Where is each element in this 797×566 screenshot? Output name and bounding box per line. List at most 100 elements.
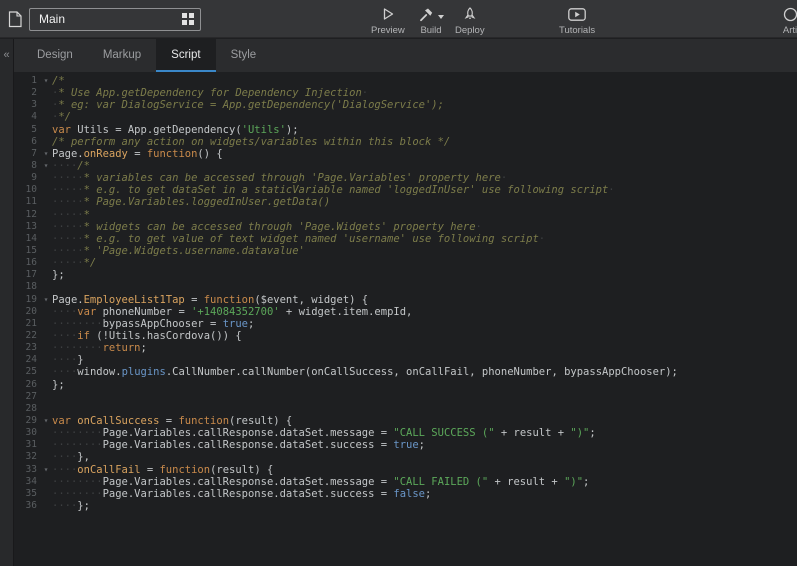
- line-number: 18: [14, 281, 40, 293]
- code-line-27[interactable]: 27: [14, 391, 797, 403]
- code-line-25[interactable]: 25····window.plugins.CallNumber.callNumb…: [14, 366, 797, 378]
- code-line-19[interactable]: 19▾Page.EmployeeList1Tap = function($eve…: [14, 294, 797, 306]
- line-number: 24: [14, 354, 40, 366]
- code-line-20[interactable]: 20····var phoneNumber = '+14084352700' +…: [14, 306, 797, 318]
- line-number: 25: [14, 366, 40, 378]
- fold-marker-icon[interactable]: ▾: [40, 294, 52, 306]
- code-line-16[interactable]: 16·····*/: [14, 257, 797, 269]
- fold-gutter: [40, 330, 52, 342]
- code-line-32[interactable]: 32 ····},: [14, 451, 797, 463]
- fold-gutter: [40, 500, 52, 512]
- tab-design[interactable]: Design: [22, 39, 88, 72]
- fold-marker-icon[interactable]: ▾: [40, 464, 52, 476]
- code-text: [52, 391, 797, 403]
- code-line-3[interactable]: 3·* eg: var DialogService = App.getDepen…: [14, 99, 797, 111]
- code-line-23[interactable]: 23········return;: [14, 342, 797, 354]
- code-text: ·····* e.g. to get value of text widget …: [52, 233, 797, 245]
- studio-window: Main Preview Build: [0, 0, 797, 566]
- code-line-24[interactable]: 24····}: [14, 354, 797, 366]
- code-line-12[interactable]: 12·····*: [14, 209, 797, 221]
- page-selector-dropdown[interactable]: Main: [29, 8, 201, 31]
- page-tabbar: Design Markup Script Style: [14, 39, 797, 72]
- code-text: ····};: [52, 500, 797, 512]
- code-line-6[interactable]: 6/* perform any action on widgets/variab…: [14, 136, 797, 148]
- code-line-14[interactable]: 14·····* e.g. to get value of text widge…: [14, 233, 797, 245]
- code-line-5[interactable]: 5var Utils = App.getDependency('Utils');: [14, 124, 797, 136]
- fold-gutter: [40, 366, 52, 378]
- left-collapse-strip[interactable]: «: [0, 39, 14, 566]
- pages-grid-icon[interactable]: [182, 13, 194, 25]
- code-text: var onCallSuccess = function(result) {: [52, 415, 797, 427]
- code-line-22[interactable]: 22····if (!Utils.hasCordova()) {: [14, 330, 797, 342]
- fold-gutter: [40, 488, 52, 500]
- line-number: 31: [14, 439, 40, 451]
- code-text: [52, 403, 797, 415]
- code-line-31[interactable]: 31········Page.Variables.callResponse.da…: [14, 439, 797, 451]
- code-text: /*: [52, 75, 797, 87]
- code-text: ·····* Page.Variables.loggedInUser.getDa…: [52, 196, 797, 208]
- preview-label: Preview: [371, 25, 405, 36]
- code-text: ·*/: [52, 111, 797, 123]
- line-number: 20: [14, 306, 40, 318]
- fold-marker-icon[interactable]: ▾: [40, 415, 52, 427]
- code-text: ········bypassAppChooser = true;: [52, 318, 797, 330]
- line-number: 7: [14, 148, 40, 160]
- code-text: ····},: [52, 451, 797, 463]
- fold-gutter: [40, 87, 52, 99]
- code-line-13[interactable]: 13·····* widgets can be accessed through…: [14, 221, 797, 233]
- code-line-15[interactable]: 15·····* 'Page.Widgets.username.datavalu…: [14, 245, 797, 257]
- deploy-button[interactable]: Deploy: [455, 6, 485, 36]
- code-line-33[interactable]: 33▾····onCallFail = function(result) {: [14, 464, 797, 476]
- fold-gutter: [40, 245, 52, 257]
- fold-gutter: [40, 269, 52, 281]
- build-button[interactable]: Build: [418, 6, 444, 36]
- line-number: 29: [14, 415, 40, 427]
- code-line-1[interactable]: 1▾/*: [14, 75, 797, 87]
- code-line-28[interactable]: 28: [14, 403, 797, 415]
- code-line-10[interactable]: 10·····* e.g. to get dataSet in a static…: [14, 184, 797, 196]
- code-line-18[interactable]: 18: [14, 281, 797, 293]
- code-line-36[interactable]: 36····};: [14, 500, 797, 512]
- fold-gutter: [40, 184, 52, 196]
- fold-marker-icon[interactable]: ▾: [40, 148, 52, 160]
- code-line-21[interactable]: 21········bypassAppChooser = true;: [14, 318, 797, 330]
- line-number: 2: [14, 87, 40, 99]
- code-line-8[interactable]: 8▾····/*: [14, 160, 797, 172]
- preview-button[interactable]: Preview: [371, 6, 405, 36]
- code-editor[interactable]: 1▾/*2·* Use App.getDependency for Depend…: [14, 72, 797, 566]
- fold-marker-icon[interactable]: ▾: [40, 75, 52, 87]
- line-number: 8: [14, 160, 40, 172]
- collapse-panel-icon[interactable]: «: [3, 50, 9, 566]
- code-line-7[interactable]: 7▾Page.onReady = function() {: [14, 148, 797, 160]
- code-line-29[interactable]: 29▾var onCallSuccess = function(result) …: [14, 415, 797, 427]
- page-selector-group: Main: [8, 0, 201, 38]
- code-text: ·····* 'Page.Widgets.username.datavalue': [52, 245, 797, 257]
- code-line-2[interactable]: 2·* Use App.getDependency for Dependency…: [14, 87, 797, 99]
- tutorials-button[interactable]: Tutorials: [559, 6, 595, 36]
- line-number: 19: [14, 294, 40, 306]
- chevron-down-icon: [438, 15, 444, 19]
- artifacts-button[interactable]: Arti: [777, 6, 797, 36]
- code-line-30[interactable]: 30········Page.Variables.callResponse.da…: [14, 427, 797, 439]
- fold-marker-icon[interactable]: ▾: [40, 160, 52, 172]
- fold-gutter: [40, 342, 52, 354]
- tab-script[interactable]: Script: [156, 39, 215, 72]
- code-text: Page.EmployeeList1Tap = function($event,…: [52, 294, 797, 306]
- code-line-26[interactable]: 26};: [14, 379, 797, 391]
- code-line-17[interactable]: 17};: [14, 269, 797, 281]
- tab-style[interactable]: Style: [216, 39, 272, 72]
- code-line-34[interactable]: 34········Page.Variables.callResponse.da…: [14, 476, 797, 488]
- fold-gutter: [40, 354, 52, 366]
- code-text: ·····*/: [52, 257, 797, 269]
- code-line-35[interactable]: 35········Page.Variables.callResponse.da…: [14, 488, 797, 500]
- code-line-11[interactable]: 11·····* Page.Variables.loggedInUser.get…: [14, 196, 797, 208]
- code-text: var Utils = App.getDependency('Utils');: [52, 124, 797, 136]
- line-number: 26: [14, 379, 40, 391]
- line-number: 32: [14, 451, 40, 463]
- tab-markup[interactable]: Markup: [88, 39, 156, 72]
- code-line-9[interactable]: 9·····* variables can be accessed throug…: [14, 172, 797, 184]
- code-text: ····onCallFail = function(result) {: [52, 464, 797, 476]
- code-lines: 1▾/*2·* Use App.getDependency for Depend…: [14, 75, 797, 512]
- code-line-4[interactable]: 4·*/: [14, 111, 797, 123]
- line-number: 6: [14, 136, 40, 148]
